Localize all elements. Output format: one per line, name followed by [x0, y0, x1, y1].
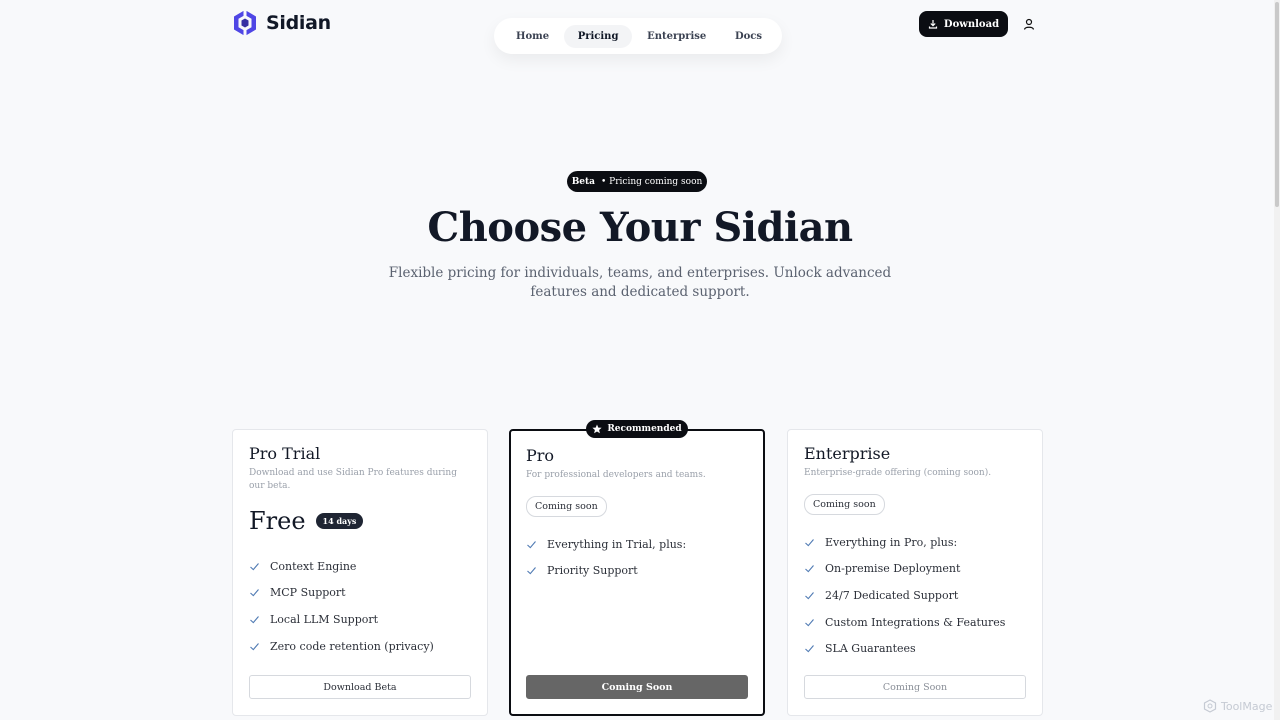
feature-text: Custom Integrations & Features [825, 615, 1006, 629]
price-row: Free 14 days [249, 507, 471, 535]
user-icon[interactable] [1022, 17, 1036, 31]
check-icon [805, 565, 814, 573]
watermark: ToolMage [1203, 699, 1272, 713]
check-icon [250, 642, 259, 650]
scrollbar-thumb[interactable] [1275, 2, 1279, 207]
plan-price: Free [249, 507, 306, 535]
feature-list: Context Engine MCP Support Local LLM Sup… [249, 553, 471, 659]
feature-item: 24/7 Dedicated Support [804, 582, 1026, 609]
check-icon [527, 567, 536, 575]
check-icon [250, 616, 259, 624]
download-beta-button[interactable]: Download Beta [249, 675, 471, 699]
feature-item: MCP Support [249, 580, 471, 607]
plan-card-enterprise: Enterprise Enterprise-grade offering (co… [787, 429, 1043, 716]
plan-card-pro-trial: Pro Trial Download and use Sidian Pro fe… [232, 429, 488, 716]
status-badge: Coming soon [804, 494, 885, 515]
page-title: Choose Your Sidian [427, 204, 853, 251]
feature-text: Context Engine [270, 559, 357, 573]
download-label: Download [943, 18, 1000, 30]
plan-title: Pro [526, 446, 555, 465]
sidian-logo-icon [234, 9, 256, 37]
check-icon [805, 592, 814, 600]
beta-badge-text: • Pricing coming soon [601, 176, 703, 187]
download-icon [928, 20, 938, 29]
recommended-badge: Recommended [586, 420, 688, 438]
plan-description: Download and use Sidian Pro features dur… [249, 468, 457, 491]
nav-item-docs[interactable]: Docs [721, 25, 776, 48]
feature-item: Zero code retention (privacy) [249, 633, 471, 660]
feature-text: 24/7 Dedicated Support [825, 588, 959, 602]
feature-text: Everything in Pro, plus: [825, 535, 958, 549]
plan-description: For professional developers and teams. [526, 470, 706, 480]
plan-description: Enterprise-grade offering (coming soon). [804, 468, 992, 478]
download-button[interactable]: Download [919, 11, 1008, 37]
feature-item: Everything in Trial, plus: [526, 531, 748, 558]
nav-item-home[interactable]: Home [502, 25, 563, 48]
check-icon [805, 538, 814, 547]
feature-item: On-premise Deployment [804, 556, 1026, 583]
feature-list: Everything in Pro, plus: On-premise Depl… [804, 529, 1026, 662]
plan-card-pro: Pro For professional developers and team… [509, 429, 765, 716]
pro-coming-soon-button[interactable]: Coming Soon [526, 675, 748, 699]
check-icon [805, 618, 814, 626]
feature-text: Priority Support [547, 564, 638, 578]
scrollbar[interactable] [1274, 0, 1280, 720]
plan-title: Pro Trial [249, 444, 321, 463]
feature-list: Everything in Trial, plus: Priority Supp… [526, 531, 748, 584]
trial-length-badge: 14 days [315, 513, 364, 529]
feature-text: On-premise Deployment [825, 562, 961, 576]
feature-item: Context Engine [249, 553, 471, 580]
check-icon [250, 589, 259, 597]
feature-item: Everything in Pro, plus: [804, 529, 1026, 556]
feature-text: Everything in Trial, plus: [547, 537, 687, 551]
recommended-label: Recommended [607, 424, 682, 434]
feature-item: Priority Support [526, 558, 748, 585]
watermark-text: ToolMage [1221, 699, 1273, 713]
beta-badge-strong: Beta [571, 176, 596, 187]
feature-text: MCP Support [270, 586, 346, 600]
feature-text: Zero code retention (privacy) [270, 639, 434, 653]
enterprise-coming-soon-button[interactable]: Coming Soon [804, 675, 1026, 699]
nav-item-pricing[interactable]: Pricing [563, 24, 633, 48]
status-badge: Coming soon [526, 496, 607, 517]
feature-text: Local LLM Support [270, 612, 379, 626]
feature-text: SLA Guarantees [825, 642, 916, 656]
nav-item-enterprise[interactable]: Enterprise [633, 25, 720, 48]
feature-item: Local LLM Support [249, 606, 471, 633]
star-icon [592, 424, 602, 434]
check-icon [805, 645, 814, 653]
brand-name: Sidian [266, 12, 331, 34]
feature-item: SLA Guarantees [804, 635, 1026, 662]
main-nav: Home Pricing Enterprise Docs [494, 18, 782, 54]
check-icon [250, 562, 259, 571]
plan-title: Enterprise [804, 444, 891, 463]
brand-logo[interactable]: Sidian [231, 9, 331, 37]
page-subtitle: Flexible pricing for individuals, teams,… [388, 265, 892, 300]
feature-item: Custom Integrations & Features [804, 609, 1026, 636]
beta-badge: Beta • Pricing coming soon [567, 171, 707, 192]
watermark-logo-icon [1203, 699, 1217, 713]
check-icon [527, 540, 536, 549]
